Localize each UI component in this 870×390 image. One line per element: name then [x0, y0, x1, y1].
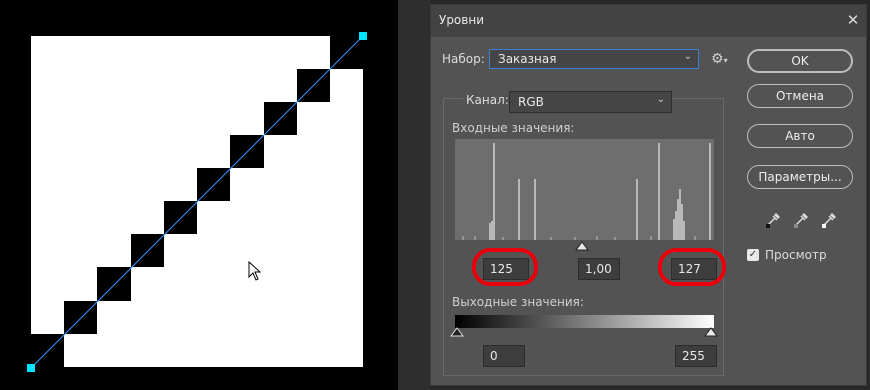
highlight-ring-left — [472, 248, 538, 286]
preset-dropdown[interactable]: Заказная ⌄ — [489, 49, 699, 69]
input-levels-label: Входные значения: — [452, 121, 575, 135]
input-gamma-field[interactable]: 1,00 — [578, 258, 620, 280]
channel-label: Канал: — [463, 93, 512, 107]
output-black-slider-handle[interactable] — [450, 327, 464, 337]
preset-value: Заказная — [498, 52, 557, 66]
highlight-ring-right — [658, 248, 726, 286]
gray-eyedropper-icon[interactable] — [792, 209, 812, 229]
canvas-gutter — [398, 0, 430, 390]
output-gradient-bar — [455, 315, 714, 328]
canvas-artwork — [27, 32, 367, 372]
channel-dropdown[interactable]: RGB ⌄ — [509, 91, 672, 113]
output-black-field[interactable]: 0 — [483, 345, 525, 367]
cancel-button[interactable]: Отмена — [747, 84, 853, 108]
close-icon[interactable]: ✕ — [844, 11, 862, 29]
levels-dialog: Уровни ✕ Набор: Заказная ⌄ ⚙▾ OK Отмена … — [430, 4, 867, 386]
dialog-titlebar[interactable]: Уровни ✕ — [431, 5, 866, 37]
output-white-slider-handle[interactable] — [704, 327, 718, 337]
auto-button[interactable]: Авто — [747, 124, 853, 148]
ok-button[interactable]: OK — [747, 49, 853, 73]
white-eyedropper-icon[interactable] — [820, 209, 840, 229]
histogram — [455, 139, 714, 240]
gamma-slider-handle[interactable] — [575, 241, 589, 251]
path-anchor-start — [27, 364, 35, 372]
black-eyedropper-icon[interactable] — [764, 209, 784, 229]
output-white-field[interactable]: 255 — [675, 345, 717, 367]
gear-icon[interactable]: ⚙▾ — [711, 51, 728, 67]
dialog-title: Уровни — [439, 13, 484, 27]
preview-label: Просмотр — [765, 248, 827, 262]
preview-checkbox[interactable]: ✓ — [747, 249, 759, 261]
channel-value: RGB — [518, 95, 544, 109]
histogram-bars — [462, 143, 711, 240]
options-button[interactable]: Параметры... — [747, 165, 853, 189]
chevron-down-icon: ⌄ — [683, 51, 692, 62]
path-anchor-end — [359, 32, 367, 40]
chevron-down-icon: ⌄ — [656, 94, 665, 105]
preset-label: Набор: — [442, 52, 485, 66]
document-canvas[interactable] — [0, 0, 398, 390]
output-levels-label: Выходные значения: — [452, 295, 584, 309]
